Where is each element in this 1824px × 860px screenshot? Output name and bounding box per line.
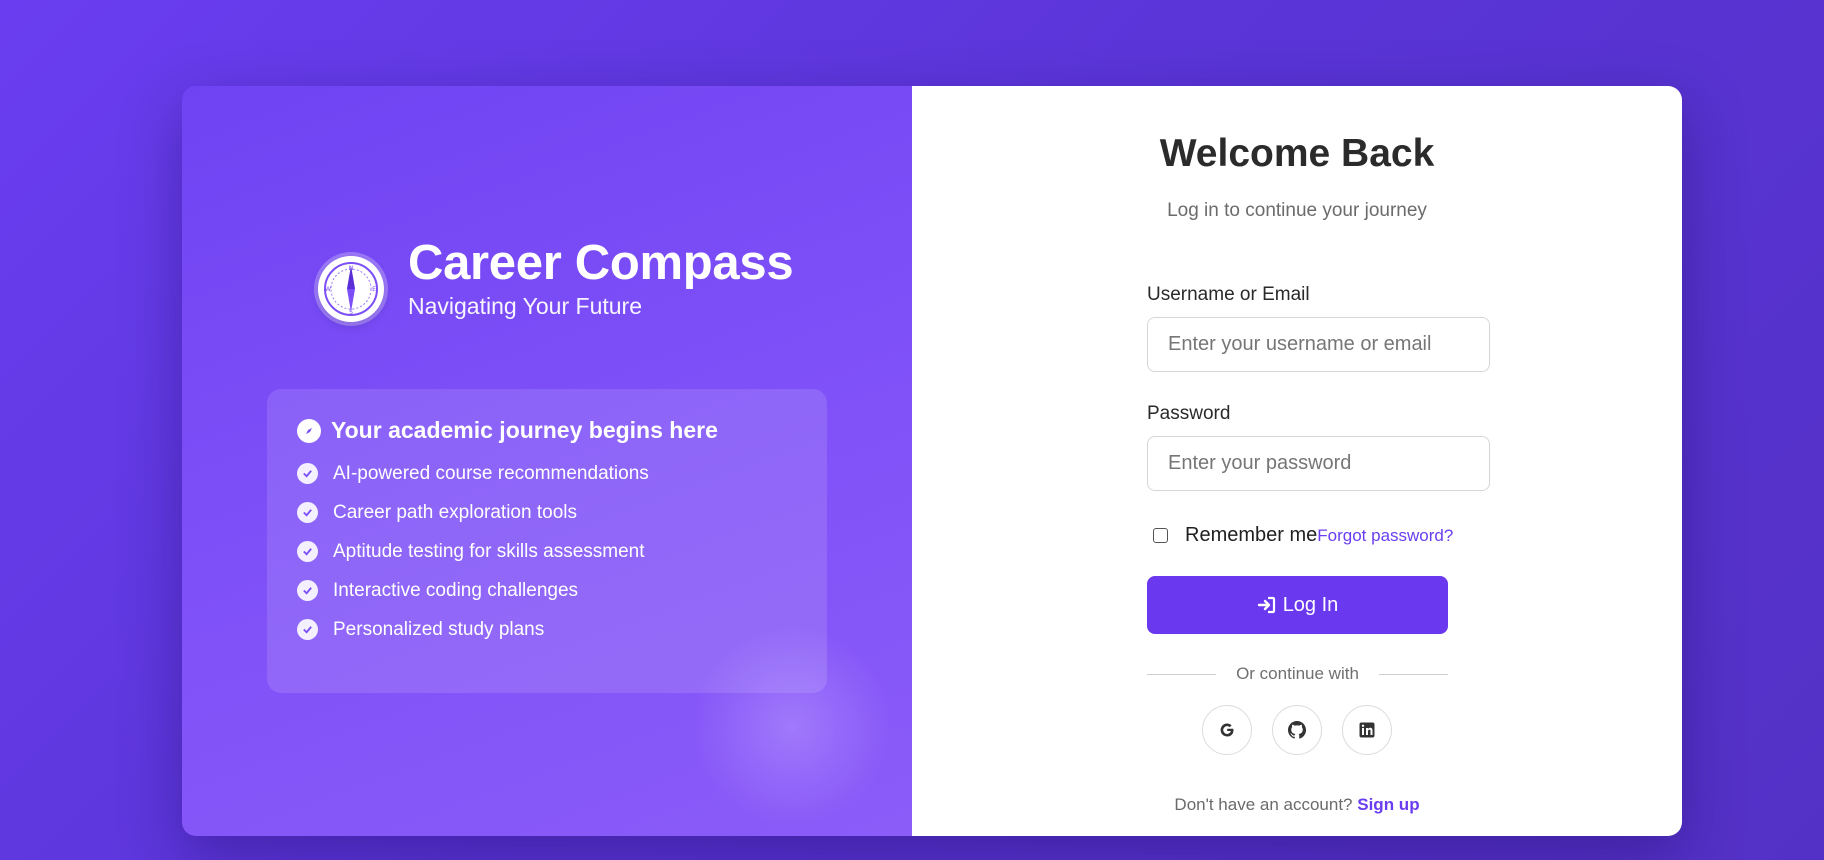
remember-row: Remember me Forgot password? (1147, 524, 1453, 547)
login-button[interactable]: Log In (1147, 576, 1448, 634)
brand-text: Career Compass Navigating Your Future (408, 235, 794, 321)
page-title: Welcome Back (1159, 132, 1435, 175)
brand-subtitle: Navigating Your Future (408, 293, 642, 319)
compass-icon (297, 418, 321, 443)
remember-checkbox[interactable] (1153, 528, 1168, 543)
features-list: AI-powered course recommendations Career… (297, 454, 797, 649)
sign-in-icon (1257, 596, 1275, 614)
list-item: AI-powered course recommendations (297, 454, 797, 493)
check-circle-icon (297, 541, 318, 562)
svg-text:N: N (349, 265, 354, 272)
google-login-button[interactable] (1202, 705, 1252, 755)
password-label: Password (1147, 403, 1231, 424)
password-input[interactable] (1147, 436, 1490, 491)
feature-text: Aptitude testing for skills assessment (333, 540, 645, 562)
remember-label[interactable]: Remember me (1185, 524, 1317, 547)
signup-row: Don't have an account? Sign up (912, 795, 1682, 815)
svg-text:S: S (349, 309, 353, 316)
forgot-password-link[interactable]: Forgot password? (1317, 526, 1453, 546)
compass-icon: N S W E (318, 256, 384, 322)
list-item: Aptitude testing for skills assessment (297, 532, 797, 571)
feature-text: Interactive coding challenges (333, 579, 579, 601)
feature-text: Personalized study plans (333, 618, 545, 640)
signup-link[interactable]: Sign up (1357, 795, 1419, 814)
linkedin-icon (1359, 722, 1375, 738)
divider-line (1378, 673, 1448, 675)
features-heading-text: Your academic journey begins here (331, 417, 718, 443)
feature-text: Career path exploration tools (333, 501, 577, 523)
github-icon (1288, 721, 1306, 739)
brand-panel: N S W E Career Compass Navigating Your F… (182, 86, 912, 836)
features-box: Your academic journey begins here AI-pow… (267, 389, 827, 693)
page-subtitle: Log in to continue your journey (1167, 200, 1427, 221)
list-item: Interactive coding challenges (297, 571, 797, 610)
check-circle-icon (297, 502, 318, 523)
brand-header: N S W E Career Compass Navigating Your F… (318, 234, 794, 322)
github-login-button[interactable] (1272, 705, 1322, 755)
divider-line (1147, 673, 1217, 675)
login-button-label: Log In (1282, 593, 1339, 616)
social-divider: Or continue with (1147, 664, 1448, 684)
svg-text:E: E (372, 286, 376, 293)
social-buttons (1202, 705, 1412, 755)
username-label: Username or Email (1147, 284, 1310, 305)
google-icon (1220, 723, 1234, 737)
divider-text: Or continue with (1236, 664, 1359, 683)
login-card: N S W E Career Compass Navigating Your F… (182, 86, 1682, 836)
check-circle-icon (297, 619, 318, 640)
svg-text:W: W (325, 286, 331, 293)
username-input[interactable] (1147, 317, 1490, 372)
list-item: Personalized study plans (297, 610, 797, 649)
login-panel: Welcome Back Log in to continue your jou… (912, 86, 1682, 836)
feature-text: AI-powered course recommendations (333, 462, 649, 484)
list-item: Career path exploration tools (297, 493, 797, 532)
check-circle-icon (297, 580, 318, 601)
linkedin-login-button[interactable] (1342, 705, 1392, 755)
brand-title: Career Compass (408, 236, 794, 290)
signup-prompt: Don't have an account? (1174, 795, 1353, 814)
check-circle-icon (297, 463, 318, 484)
features-heading: Your academic journey begins here (297, 417, 797, 444)
